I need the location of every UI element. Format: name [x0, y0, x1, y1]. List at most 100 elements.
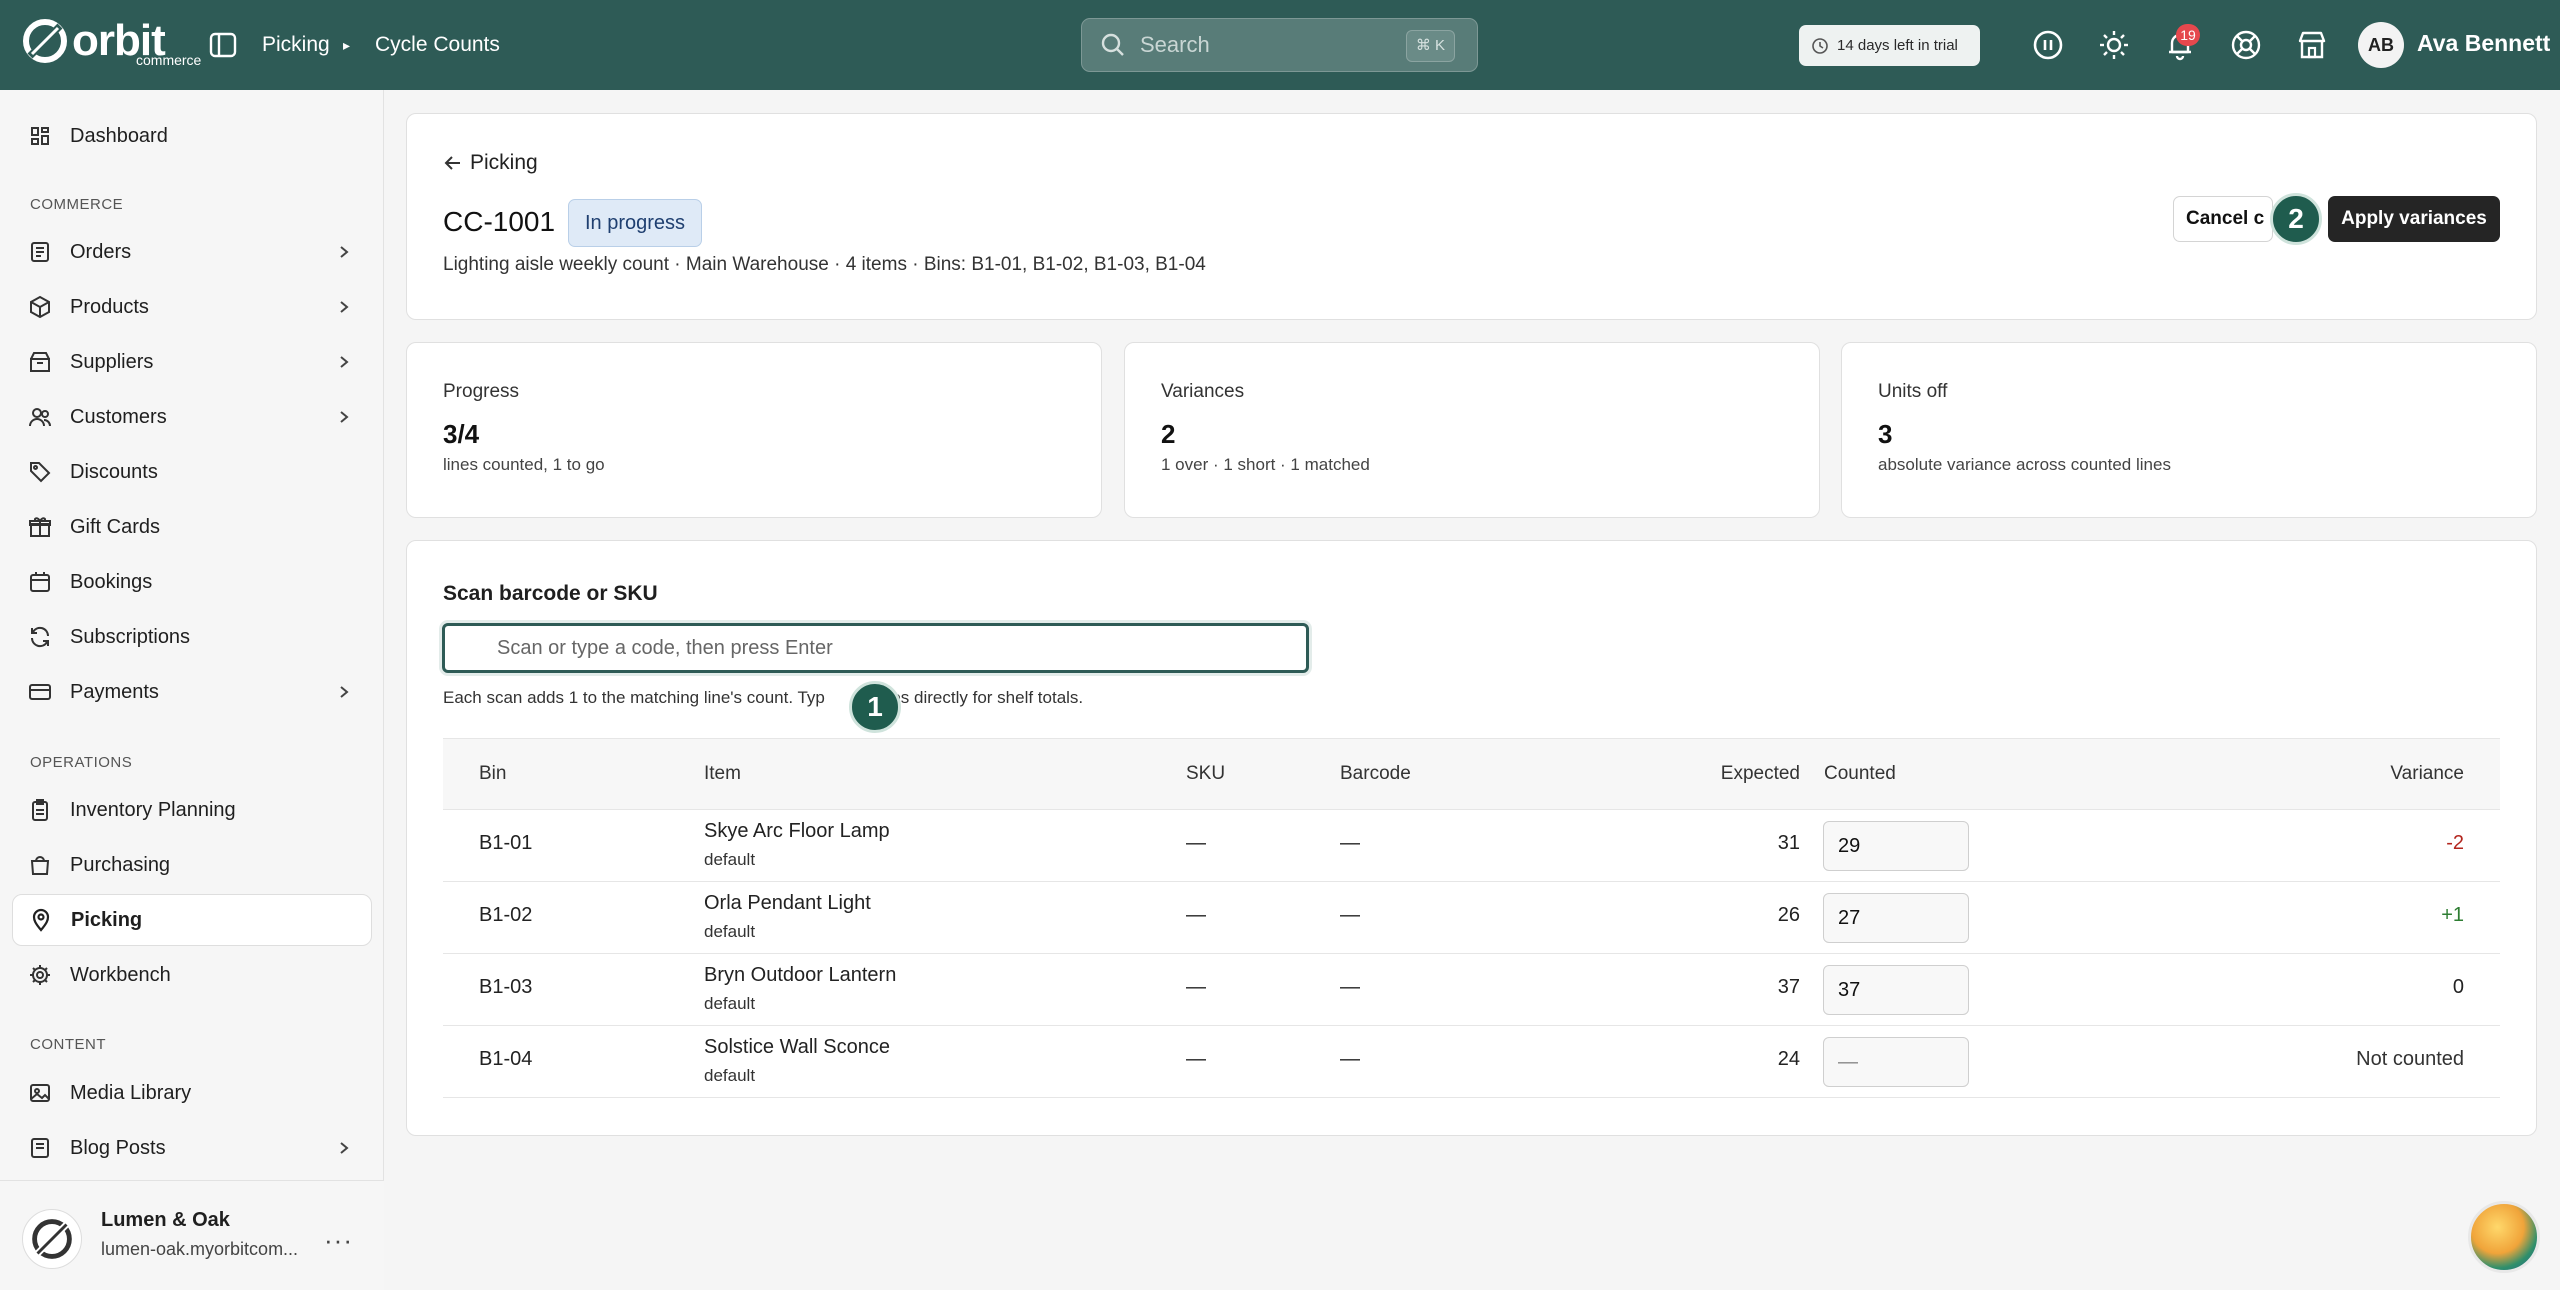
cell-item: Skye Arc Floor Lamp	[704, 820, 890, 842]
more-options-icon[interactable]: ···	[324, 1225, 353, 1256]
sidebar-item-suppliers[interactable]: Suppliers	[12, 336, 372, 388]
orders-icon	[31, 242, 49, 262]
column-header-sku: SKU	[1186, 763, 1226, 784]
counted-input[interactable]: —	[1823, 1037, 1969, 1087]
sidebar-item-gift-cards[interactable]: Gift Cards	[12, 501, 372, 553]
sidebar-item-workbench[interactable]: Workbench	[12, 949, 372, 1001]
cell-variant: default	[704, 850, 756, 869]
cell-bin: B1-01	[479, 832, 533, 854]
sidebar-item-label: Products	[70, 295, 149, 318]
sidebar-item-label: Bookings	[70, 570, 153, 593]
sidebar-item-inventory-planning[interactable]: Inventory Planning	[12, 784, 372, 836]
sidebar-item-blog-posts[interactable]: Blog Posts	[12, 1122, 372, 1174]
cell-variance: Not counted	[2356, 1048, 2464, 1070]
clock-icon	[1812, 37, 1828, 54]
section-content: CONTENT	[30, 1036, 106, 1053]
cell-item: Bryn Outdoor Lantern	[704, 964, 897, 986]
trial-badge[interactable]: 14 days left in trial	[1799, 25, 1980, 66]
stat-subtext: 1 over · 1 short · 1 matched	[1161, 455, 1370, 474]
sidebar-item-label: Discounts	[70, 460, 158, 483]
sidebar-item-orders[interactable]: Orders	[12, 226, 372, 278]
scan-title: Scan barcode or SKU	[443, 582, 658, 605]
sidebar-item-discounts[interactable]: Discounts	[12, 446, 372, 498]
sidebar-toggle-icon[interactable]	[208, 30, 238, 60]
sidebar-item-subscriptions[interactable]: Subscriptions	[12, 611, 372, 663]
clipboard-icon	[32, 799, 48, 821]
search-bar[interactable]: Search ⌘ K	[1081, 18, 1478, 72]
search-icon	[1101, 33, 1124, 56]
cell-variance: -2	[2446, 832, 2464, 854]
cell-variant: default	[704, 994, 756, 1013]
table-row: B1-03 Bryn Outdoor Lantern default — — 3…	[443, 954, 2500, 1026]
sidebar-item-label: Payments	[70, 680, 159, 703]
sidebar-item-label: Suppliers	[70, 350, 154, 373]
stat-card-variances: Variances 2 1 over · 1 short · 1 matched	[1124, 342, 1820, 518]
apply-variances-button[interactable]: Apply variances	[2328, 196, 2500, 242]
scan-placeholder: Scan or type a code, then press Enter	[497, 637, 833, 659]
orbit-logo[interactable]: orbit commerce	[22, 18, 201, 68]
chevron-right-icon	[340, 246, 349, 258]
cell-variance: 0	[2452, 976, 2464, 998]
column-header-variance: Variance	[2390, 763, 2464, 784]
sidebar-item-products[interactable]: Products	[12, 281, 372, 333]
back-link[interactable]: Picking	[444, 151, 538, 175]
breadcrumb-cycle-counts[interactable]: Cycle Counts	[375, 30, 500, 60]
cell-expected: 37	[1777, 976, 1800, 998]
sidebar-item-dashboard[interactable]: Dashboard	[12, 110, 372, 162]
cell-barcode: —	[1340, 904, 1360, 926]
scan-help-text: Each scan adds 1 to the matching line's …	[443, 688, 1083, 708]
stat-card-units-off: Units off 3 absolute variance across cou…	[1841, 342, 2537, 518]
tag-icon	[30, 462, 51, 483]
gift-icon	[29, 517, 51, 537]
customers-icon	[29, 408, 51, 427]
sidebar-item-label: Gift Cards	[70, 515, 161, 538]
sidebar-item-label: Media Library	[70, 1081, 192, 1104]
status-badge: In progress	[568, 199, 703, 247]
cancel-count-button[interactable]: Cancel c	[2173, 196, 2273, 242]
page-title: CC-1001	[443, 206, 556, 237]
card-icon	[29, 684, 51, 700]
sidebar-item-customers[interactable]: Customers	[12, 391, 372, 443]
cell-variant: default	[704, 1066, 756, 1085]
stat-label: Units off	[1878, 381, 1948, 402]
sun-icon[interactable]	[2097, 28, 2131, 62]
assistant-launcher-icon[interactable]	[2468, 1201, 2540, 1273]
stat-value: 3	[1878, 419, 1893, 449]
column-header-counted: Counted	[1824, 763, 1896, 784]
table-row: B1-02 Orla Pendant Light default — — 26 …	[443, 882, 2500, 954]
sidebar-item-picking[interactable]: Picking	[12, 894, 372, 946]
sidebar-item-label: Blog Posts	[70, 1136, 166, 1159]
scan-input[interactable]: Scan or type a code, then press Enter	[442, 623, 1309, 673]
step-marker-1: 1	[849, 681, 901, 733]
table-header: Bin Item SKU Barcode Expected Counted Va…	[443, 738, 2500, 810]
avatar[interactable]: AB	[2358, 22, 2404, 68]
bag-icon	[30, 856, 50, 875]
stat-subtext: absolute variance across counted lines	[1878, 455, 2171, 474]
store-icon[interactable]	[2295, 28, 2329, 62]
chevron-right-icon	[340, 411, 349, 423]
counted-input[interactable]: 27	[1823, 893, 1969, 943]
column-header-bin: Bin	[479, 763, 507, 784]
sidebar-item-payments[interactable]: Payments	[12, 666, 372, 718]
store-switcher[interactable]: Lumen & Oak lumen-oak.myorbitcom... ···	[0, 1180, 384, 1290]
user-name[interactable]: Ava Bennett	[2417, 30, 2550, 57]
counted-input[interactable]: 37	[1823, 965, 1969, 1015]
sidebar-item-purchasing[interactable]: Purchasing	[12, 839, 372, 891]
breadcrumb-picking[interactable]: Picking	[262, 30, 330, 60]
counted-input[interactable]: 29	[1823, 821, 1969, 871]
cell-barcode: —	[1340, 832, 1360, 854]
orbit-logo-icon	[23, 19, 67, 63]
sidebar-item-bookings[interactable]: Bookings	[12, 556, 372, 608]
store-logo-icon	[22, 1209, 82, 1269]
sidebar: Dashboard COMMERCE Orders Products Suppl…	[0, 90, 384, 1290]
store-name: Lumen & Oak	[101, 1209, 230, 1231]
cell-sku: —	[1186, 832, 1206, 854]
section-operations: OPERATIONS	[30, 754, 133, 771]
pause-icon[interactable]	[2031, 28, 2065, 62]
help-lifebuoy-icon[interactable]	[2229, 28, 2263, 62]
cell-barcode: —	[1340, 976, 1360, 998]
cell-variant: default	[704, 922, 756, 941]
cell-sku: —	[1186, 904, 1206, 926]
notification-badge: 19	[2176, 24, 2200, 46]
sidebar-item-media-library[interactable]: Media Library	[12, 1067, 372, 1119]
